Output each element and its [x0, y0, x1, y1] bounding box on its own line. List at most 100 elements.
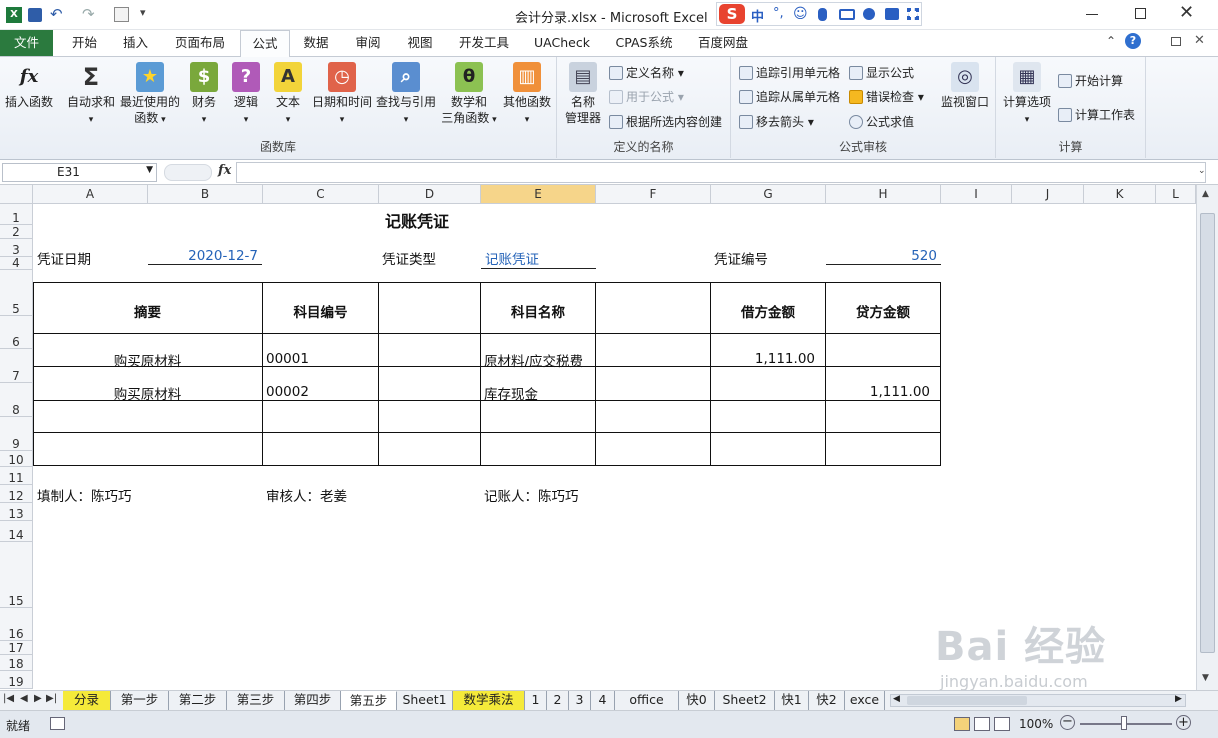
maximize-button[interactable] — [1135, 8, 1146, 19]
formula-bar-grip-icon[interactable] — [164, 164, 212, 181]
row-header-19[interactable]: 19 — [0, 671, 33, 689]
row-header-12[interactable]: 12 — [0, 485, 33, 503]
sheet-tab-step2[interactable]: 第二步 — [169, 691, 227, 710]
hscroll-thumb[interactable] — [907, 696, 1027, 705]
column-header-c[interactable]: C — [263, 185, 379, 204]
scroll-up-icon[interactable]: ▲ — [1202, 189, 1209, 199]
date-time-button[interactable]: ◷ 日期和时间 ▾ — [310, 62, 374, 128]
worksheet-grid[interactable]: ABCDEFGHIJKL 1 2 3 4 5 6 7 8 9 10 11 12 13 14 15 16 17 18… — [0, 185, 1196, 690]
column-header-k[interactable]: K — [1084, 185, 1156, 204]
column-header-e[interactable]: E — [481, 185, 596, 204]
hscroll-left-icon[interactable]: ◀ — [893, 694, 900, 704]
ribbon-minimize-icon[interactable]: ⌃ — [1106, 34, 1116, 48]
evaluate-formula-button[interactable]: 公式求值 — [849, 114, 914, 130]
sogou-logo[interactable]: S — [719, 4, 745, 24]
row-header-8[interactable]: 8 — [0, 383, 33, 417]
excel-app-icon[interactable]: X — [6, 7, 22, 23]
lookup-reference-button[interactable]: ⌕ 查找与引用 ▾ — [374, 62, 438, 128]
hscroll-right-icon[interactable]: ▶ — [1175, 694, 1182, 704]
voucher-date-value[interactable]: 2020-12-7 — [148, 248, 262, 265]
row-header-13[interactable]: 13 — [0, 503, 33, 521]
tab-insert[interactable]: 插入 — [113, 30, 158, 56]
use-in-formula-button[interactable]: 用于公式 ▾ — [609, 89, 684, 105]
row-header-14[interactable]: 14 — [0, 521, 33, 542]
expand-formula-bar-icon[interactable]: ⌄ — [1198, 166, 1206, 176]
trace-precedents-button[interactable]: 追踪引用单元格 — [739, 65, 840, 81]
ime-voice-icon[interactable] — [818, 8, 827, 21]
row-header-3[interactable]: 3 — [0, 239, 33, 257]
page-break-view-icon[interactable] — [994, 717, 1010, 731]
column-header-d[interactable]: D — [379, 185, 481, 204]
page-layout-view-icon[interactable] — [974, 717, 990, 731]
sheet-tab-step3[interactable]: 第三步 — [227, 691, 285, 710]
minimize-button[interactable] — [1086, 14, 1098, 15]
name-box-dropdown-icon[interactable]: ▼ — [146, 165, 153, 175]
sheet-tab-kuai1[interactable]: 快1 — [775, 691, 809, 710]
zoom-slider-thumb[interactable] — [1121, 716, 1127, 730]
sheet-tab-1[interactable]: 1 — [525, 691, 547, 710]
line-2-summary[interactable]: 购买原材料 — [33, 383, 262, 403]
tab-page-layout[interactable]: 页面布局 — [166, 30, 234, 56]
quick-access-customize-icon[interactable]: ▾ — [140, 6, 146, 19]
show-formulas-button[interactable]: 显示公式 — [849, 65, 914, 81]
row-header-5[interactable]: 5 — [0, 270, 33, 316]
calculator-icon[interactable] — [114, 7, 129, 22]
sheet-tab-step1[interactable]: 第一步 — [111, 691, 169, 710]
line-1-code[interactable]: 00001 — [266, 351, 309, 367]
zoom-in-icon[interactable]: + — [1176, 715, 1191, 730]
line-1-name[interactable]: 原材料/应交税费 — [484, 350, 583, 370]
watch-window-button[interactable]: ◎ 监视窗口 — [935, 62, 995, 110]
ime-toolbox-icon[interactable] — [907, 8, 919, 20]
column-header-l[interactable]: L — [1156, 185, 1196, 204]
name-manager-button[interactable]: ▤ 名称 管理器 — [561, 62, 605, 126]
error-checking-button[interactable]: 错误检查 ▾ — [849, 89, 924, 105]
workbook-close-icon[interactable]: ✕ — [1194, 33, 1205, 48]
column-header-a[interactable]: A — [33, 185, 148, 204]
row-header-10[interactable]: 10 — [0, 451, 33, 467]
ime-user-icon[interactable] — [863, 8, 875, 20]
insert-function-button[interactable]: fx 插入函数 — [2, 62, 56, 110]
sheet-tab-kuai0[interactable]: 快0 — [679, 691, 715, 710]
sheet-nav-last-icon[interactable]: ▶| — [46, 693, 57, 704]
recently-used-button[interactable]: ★ 最近使用的 函数 ▾ — [118, 62, 182, 128]
row-header-17[interactable]: 17 — [0, 641, 33, 655]
column-header-f[interactable]: F — [596, 185, 711, 204]
voucher-number-value[interactable]: 520 — [826, 248, 941, 265]
scroll-thumb[interactable] — [1200, 213, 1215, 653]
column-header-b[interactable]: B — [148, 185, 263, 204]
row-header-11[interactable]: 11 — [0, 467, 33, 485]
sheet-tab-kuai2[interactable]: 快2 — [809, 691, 845, 710]
name-box[interactable]: E31 ▼ — [2, 163, 157, 182]
close-button[interactable]: ✕ — [1179, 2, 1194, 23]
select-all-corner[interactable] — [0, 185, 33, 204]
column-header-i[interactable]: I — [941, 185, 1012, 204]
zoom-out-icon[interactable]: − — [1060, 715, 1075, 730]
sheet-tab-4[interactable]: 4 — [591, 691, 615, 710]
row-header-6[interactable]: 6 — [0, 316, 33, 349]
tab-uacheck[interactable]: UACheck — [528, 30, 596, 56]
normal-view-icon[interactable] — [954, 717, 970, 731]
tab-file[interactable]: 文件 — [0, 30, 53, 56]
row-header-2[interactable]: 2 — [0, 225, 33, 239]
financial-button[interactable]: $ 财务 ▾ — [184, 62, 224, 128]
column-header-j[interactable]: J — [1012, 185, 1084, 204]
sheet-tab-sheet1[interactable]: Sheet1 — [397, 691, 453, 710]
sheet-tab-office[interactable]: office — [615, 691, 679, 710]
logical-button[interactable]: ? 逻辑 ▾ — [226, 62, 266, 128]
autosum-button[interactable]: Σ 自动求和 ▾ — [64, 62, 118, 128]
zoom-level[interactable]: 100% — [1019, 717, 1053, 731]
column-header-g[interactable]: G — [711, 185, 826, 204]
horizontal-scrollbar[interactable]: ◀ ▶ — [890, 694, 1186, 707]
ime-skin-icon[interactable] — [885, 8, 899, 20]
line-2-code[interactable]: 00002 — [266, 384, 309, 400]
sheet-tab-math-multiply[interactable]: 数学乘法 — [453, 691, 525, 710]
row-header-7[interactable]: 7 — [0, 349, 33, 383]
calculation-options-button[interactable]: ▦ 计算选项 ▾ — [998, 62, 1056, 128]
create-from-selection-button[interactable]: 根据所选内容创建 — [609, 114, 722, 130]
tab-formulas[interactable]: 公式 — [240, 30, 290, 58]
sheet-tab-2[interactable]: 2 — [547, 691, 569, 710]
macro-record-icon[interactable] — [50, 717, 65, 730]
line-2-credit[interactable]: 1,111.00 — [826, 384, 930, 400]
define-name-button[interactable]: 定义名称 ▾ — [609, 65, 684, 81]
help-icon[interactable]: ? — [1125, 33, 1141, 49]
